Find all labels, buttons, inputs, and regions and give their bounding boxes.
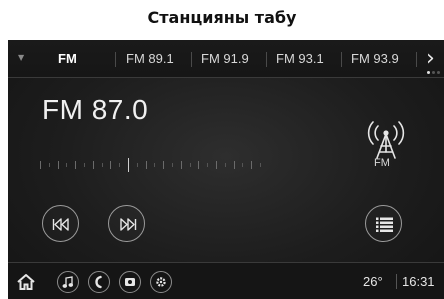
tuner-tick xyxy=(251,161,253,169)
skip-forward-icon xyxy=(120,218,137,231)
tuner-tick xyxy=(48,163,50,167)
tuner-tick xyxy=(66,163,68,167)
band-label: FM xyxy=(374,157,390,169)
tuner-tick xyxy=(84,163,85,167)
tuner-tick xyxy=(119,163,121,167)
tab-fm[interactable]: FM xyxy=(58,40,77,78)
tuner-tick xyxy=(207,163,209,167)
chevron-right-icon[interactable]: › xyxy=(426,46,435,71)
station-list-button[interactable] xyxy=(365,205,402,242)
home-icon[interactable] xyxy=(16,272,36,292)
temperature-readout: 26° xyxy=(363,274,383,289)
station-tab-bar: ▼ FM FM 89.1 FM 91.9 FM 93.1 FM 93.9 › xyxy=(8,40,444,78)
tuner-tick xyxy=(172,163,173,167)
list-icon xyxy=(376,217,393,232)
radio-screen: ▼ FM FM 89.1 FM 91.9 FM 93.1 FM 93.9 › F… xyxy=(8,40,444,299)
tuner-tick xyxy=(216,161,217,169)
status-bar: 26° 16:31 xyxy=(8,262,444,299)
tuner-tick xyxy=(75,161,77,169)
page-dot xyxy=(427,71,430,74)
tuner-tick xyxy=(136,163,138,167)
tuner-tick xyxy=(233,161,235,169)
page-indicator xyxy=(427,71,440,74)
tuner-tick xyxy=(242,163,244,167)
tuner-tick xyxy=(101,163,103,167)
next-station-button[interactable] xyxy=(108,205,145,242)
tuner-tick xyxy=(40,161,41,169)
settings-button[interactable] xyxy=(150,271,172,293)
page-dot xyxy=(437,71,440,74)
tuner-tick xyxy=(92,161,94,169)
status-divider xyxy=(396,274,397,289)
tab-divider xyxy=(341,52,342,67)
tab-divider xyxy=(115,52,116,67)
tuner-scale[interactable] xyxy=(40,158,270,172)
tuner-tick xyxy=(110,161,112,169)
phone-button[interactable] xyxy=(88,271,110,293)
tab-fm-93-9[interactable]: FM 93.9 xyxy=(351,40,399,78)
phone-icon xyxy=(95,275,102,289)
page-dot xyxy=(432,71,435,74)
tab-fm-89-1[interactable]: FM 89.1 xyxy=(126,40,174,78)
tab-divider xyxy=(266,52,267,67)
clock: 16:31 xyxy=(402,274,435,289)
camera-button[interactable] xyxy=(119,271,141,293)
tab-fm-93-1[interactable]: FM 93.1 xyxy=(276,40,324,78)
tuner-tick xyxy=(198,161,200,169)
tuner-tick xyxy=(224,163,226,167)
tuner-tick xyxy=(163,161,165,169)
tuner-tick xyxy=(260,163,261,167)
tuner-tick xyxy=(189,163,191,167)
tuner-current-marker xyxy=(128,158,129,172)
music-button[interactable] xyxy=(57,271,79,293)
tab-divider xyxy=(416,52,417,67)
tuner-tick xyxy=(154,163,156,167)
previous-station-button[interactable] xyxy=(42,205,79,242)
camera-icon xyxy=(125,278,135,286)
skip-back-icon xyxy=(52,218,69,231)
music-icon xyxy=(62,276,74,288)
dropdown-caret-icon[interactable]: ▼ xyxy=(18,53,24,62)
tuner-tick xyxy=(180,161,182,169)
settings-icon xyxy=(156,277,166,287)
page-caption: Станцияны табу xyxy=(147,8,297,27)
tab-fm-91-9[interactable]: FM 91.9 xyxy=(201,40,249,78)
tuner-tick xyxy=(145,161,147,169)
tab-divider xyxy=(191,52,192,67)
current-station-frequency: FM 87.0 xyxy=(42,94,149,125)
tuner-tick xyxy=(57,161,59,169)
